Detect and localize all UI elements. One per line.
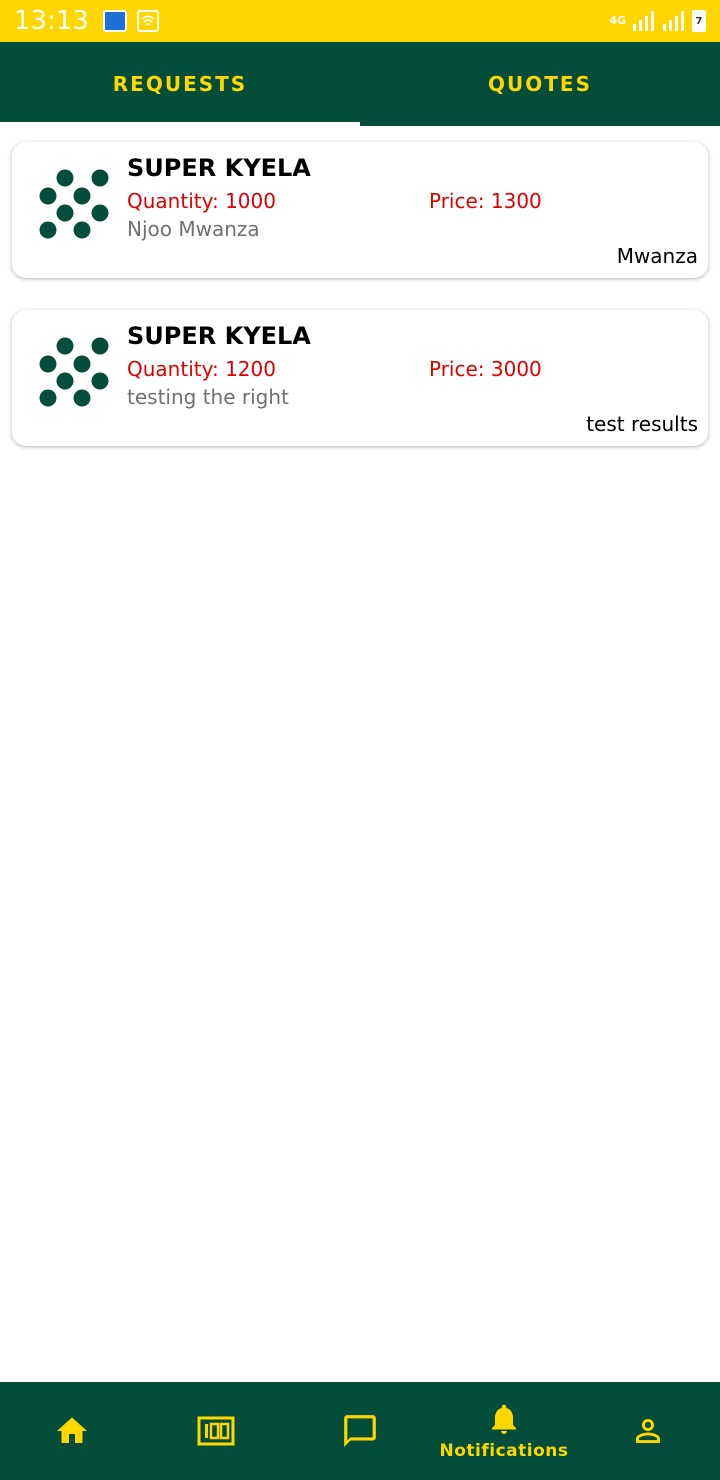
- request-card[interactable]: SUPER KYELA Quantity: 1000 Price: 1300 N…: [12, 142, 708, 278]
- battery-icon: 7: [692, 10, 706, 32]
- person-icon: [636, 1419, 660, 1443]
- nav-messages[interactable]: [288, 1382, 432, 1480]
- status-bar: 13:13 4G 7: [0, 0, 720, 42]
- chat-icon: [344, 1415, 376, 1447]
- bell-icon: [492, 1404, 516, 1434]
- wifi-icon: [136, 10, 159, 32]
- home-icon: [57, 1417, 87, 1443]
- tab-requests[interactable]: REQUESTS: [0, 42, 360, 126]
- nav-profile[interactable]: [576, 1382, 720, 1480]
- tab-requests-label: REQUESTS: [112, 72, 248, 96]
- card-quantity: Quantity: 1000: [127, 189, 276, 213]
- nav-notifications-label: Notifications: [439, 1441, 569, 1461]
- card-title: SUPER KYELA: [127, 322, 311, 350]
- status-right: 4G 7: [609, 10, 706, 32]
- tab-quotes-label: QUOTES: [488, 72, 592, 96]
- signal-icon-2: [663, 11, 684, 31]
- bottom-nav: Notifications: [0, 1382, 720, 1480]
- nav-home[interactable]: [0, 1382, 144, 1480]
- card-location: Mwanza: [616, 244, 698, 268]
- product-logo-icon: [39, 337, 109, 407]
- nav-notifications[interactable]: Notifications: [432, 1382, 576, 1480]
- nav-counter[interactable]: [144, 1382, 288, 1480]
- card-title: SUPER KYELA: [127, 154, 311, 182]
- status-time: 13:13: [14, 6, 89, 36]
- card-price: Price: 1300: [429, 189, 542, 213]
- card-quantity: Quantity: 1200: [127, 357, 276, 381]
- card-location: test results: [586, 412, 698, 436]
- sim-card-icon: [102, 10, 127, 32]
- active-tab-indicator: [0, 122, 360, 126]
- card-price: Price: 3000: [429, 357, 542, 381]
- card-description: testing the right: [127, 385, 289, 409]
- tab-quotes[interactable]: QUOTES: [360, 42, 720, 126]
- product-logo-icon: [39, 169, 109, 239]
- tab-bar: REQUESTS QUOTES: [0, 42, 720, 126]
- signal-icon: [633, 11, 654, 31]
- card-description: Njoo Mwanza: [127, 217, 260, 241]
- counter-icon: [197, 1416, 235, 1446]
- request-card[interactable]: SUPER KYELA Quantity: 1200 Price: 3000 t…: [12, 310, 708, 446]
- network-type-label: 4G: [609, 14, 626, 27]
